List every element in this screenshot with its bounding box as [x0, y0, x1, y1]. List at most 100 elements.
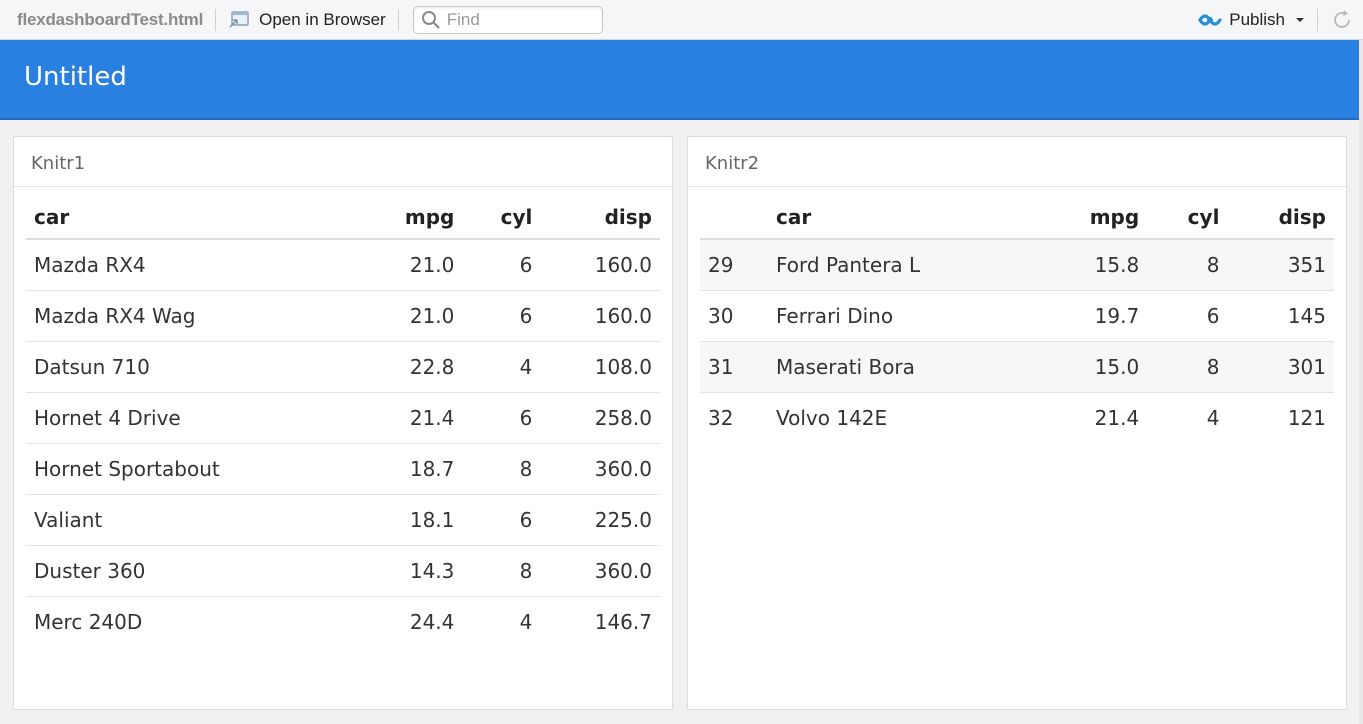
- cell-mpg: 21.0: [409, 252, 455, 277]
- toolbar-divider: [215, 8, 217, 31]
- column-header-cyl: cyl: [462, 195, 541, 240]
- table-row: Datsun 710 22.8 4 108.0: [26, 340, 660, 392]
- cell-disp: 258.0: [540, 391, 660, 443]
- cell-mpg: 15.0: [1037, 340, 1148, 392]
- scroll-gutter: [1359, 40, 1363, 724]
- search-icon: [421, 10, 440, 29]
- table-row: 32 Volvo 142E 21.4 4 121: [700, 391, 1334, 443]
- cell-car: Hornet Sportabout: [26, 442, 356, 494]
- column-header-car: car: [768, 195, 1038, 240]
- cell-disp: 360.0: [540, 544, 660, 596]
- cell-disp: 225.0: [540, 493, 660, 545]
- cell-car: Ferrari Dino: [768, 289, 1038, 341]
- cell-mpg: 21.4: [355, 391, 463, 443]
- table-row: Hornet Sportabout 18.7 8 360.0: [26, 442, 660, 494]
- cell-mpg: 14.3: [355, 544, 463, 596]
- cell-index: 30: [700, 289, 768, 341]
- knitr1-panel: Knitr1 car mpg cyl disp Mazda RX4 21.0 6…: [13, 136, 673, 710]
- open-in-browser-icon: [229, 10, 249, 27]
- publish-icon: [1198, 13, 1222, 26]
- cell-disp: 121: [1227, 391, 1334, 443]
- column-header-disp: disp: [540, 195, 660, 240]
- cell-disp: 108.0: [540, 340, 660, 392]
- cell-disp: 146.7: [540, 595, 660, 647]
- filename-label: flexdashboardTest.html: [17, 9, 204, 29]
- cell-index: 31: [700, 340, 768, 392]
- toolbar-divider: [397, 8, 399, 31]
- toolbar-divider: [1317, 8, 1318, 31]
- cell-cyl: 6: [1147, 289, 1228, 341]
- cell-car: Mazda RX4 Wag: [26, 289, 356, 341]
- table-row: Mazda RX4 Wag 21.0 6 160.0: [26, 289, 660, 341]
- chevron-down-icon[interactable]: [1295, 15, 1305, 25]
- cell-disp: 301: [1227, 340, 1334, 392]
- cell-car: Valiant: [26, 493, 356, 545]
- table-row: 30 Ferrari Dino 19.7 6 145: [700, 289, 1334, 341]
- cell-mpg: 19.7: [1037, 289, 1148, 341]
- table-row: 29 Ford Pantera L 15.8 8 351: [700, 239, 1334, 290]
- viewer-toolbar: flexdashboardTest.html Open in Browser P…: [0, 0, 1363, 40]
- table-row: Duster 360 14.3 8 360.0: [26, 544, 660, 596]
- cell-car: Ford Pantera L: [768, 239, 1038, 290]
- column-header-mpg: mpg: [1037, 195, 1148, 240]
- cell-cyl: 8: [1147, 239, 1228, 290]
- cell-disp: 145: [1227, 289, 1334, 341]
- cell-disp: 351: [1227, 239, 1334, 290]
- cell-disp: 160.0: [594, 252, 652, 277]
- cell-car: Hornet 4 Drive: [26, 391, 356, 443]
- knitr1-table: car mpg cyl disp Mazda RX4 21.0 6 160.0 …: [26, 195, 660, 647]
- publish-label: Publish: [1229, 9, 1285, 29]
- cell-cyl: 8: [1147, 340, 1228, 392]
- cell-mpg: 22.8: [355, 340, 463, 392]
- open-in-browser-button[interactable]: Open in Browser: [228, 10, 386, 30]
- dashboard-navbar: Untitled: [0, 40, 1359, 120]
- refresh-icon[interactable]: [1330, 8, 1354, 32]
- table-row: Hornet 4 Drive 21.4 6 258.0: [26, 391, 660, 443]
- cell-cyl: 4: [1147, 391, 1228, 443]
- cell-mpg: 18.1: [355, 493, 463, 545]
- cell-car: Merc 240D: [26, 595, 356, 647]
- cell-cyl: 6: [462, 289, 541, 341]
- knitr2-table: car mpg cyl disp 29 Ford Pantera L 15.8 …: [700, 195, 1334, 443]
- cell-car: Duster 360: [26, 544, 356, 596]
- cell-cyl: 4: [462, 595, 541, 647]
- table-row: 31 Maserati Bora 15.0 8 301: [700, 340, 1334, 392]
- cell-cyl: 6: [462, 391, 541, 443]
- table-header-row: car mpg cyl disp: [700, 195, 1334, 240]
- cell-cyl: 6: [519, 252, 533, 277]
- cell-car: Maserati Bora: [768, 340, 1038, 392]
- column-header-mpg: mpg: [355, 195, 463, 240]
- publish-button[interactable]: Publish: [1197, 10, 1305, 30]
- cell-mpg: 24.4: [355, 595, 463, 647]
- find-input[interactable]: [446, 9, 597, 30]
- dashboard-title: Untitled: [24, 62, 127, 92]
- cell-mpg: 21.0: [355, 289, 463, 341]
- table-row: Merc 240D 24.4 4 146.7: [26, 595, 660, 647]
- column-header-index: [700, 195, 768, 240]
- panel-title: Knitr2: [688, 137, 1346, 187]
- cell-car: Volvo 142E: [768, 391, 1038, 443]
- column-header-car: car: [26, 195, 356, 240]
- panel-title: Knitr1: [14, 137, 672, 187]
- cell-index: 32: [700, 391, 768, 443]
- cell-cyl: 8: [462, 544, 541, 596]
- toolbar-right: Publish: [1197, 0, 1363, 40]
- table-header-row: car mpg cyl disp: [26, 195, 660, 240]
- cell-mpg: 21.4: [1037, 391, 1148, 443]
- column-header-disp: disp: [1227, 195, 1334, 240]
- cell-cyl: 8: [462, 442, 541, 494]
- column-header-cyl: cyl: [1147, 195, 1228, 240]
- table-row: Valiant 18.1 6 225.0: [26, 493, 660, 545]
- cell-car: Datsun 710: [26, 340, 356, 392]
- open-in-browser-label: Open in Browser: [259, 9, 386, 29]
- cell-disp: 160.0: [540, 289, 660, 341]
- find-box[interactable]: [412, 5, 603, 34]
- cell-cyl: 4: [462, 340, 541, 392]
- cell-mpg: 18.7: [355, 442, 463, 494]
- cell-disp: 360.0: [540, 442, 660, 494]
- cell-mpg: 15.8: [1037, 239, 1148, 290]
- cell-car: Mazda RX4: [34, 252, 146, 277]
- table-row: Mazda RX4 21.0 6 160.0: [26, 239, 660, 290]
- cell-cyl: 6: [462, 493, 541, 545]
- cell-index: 29: [700, 239, 768, 290]
